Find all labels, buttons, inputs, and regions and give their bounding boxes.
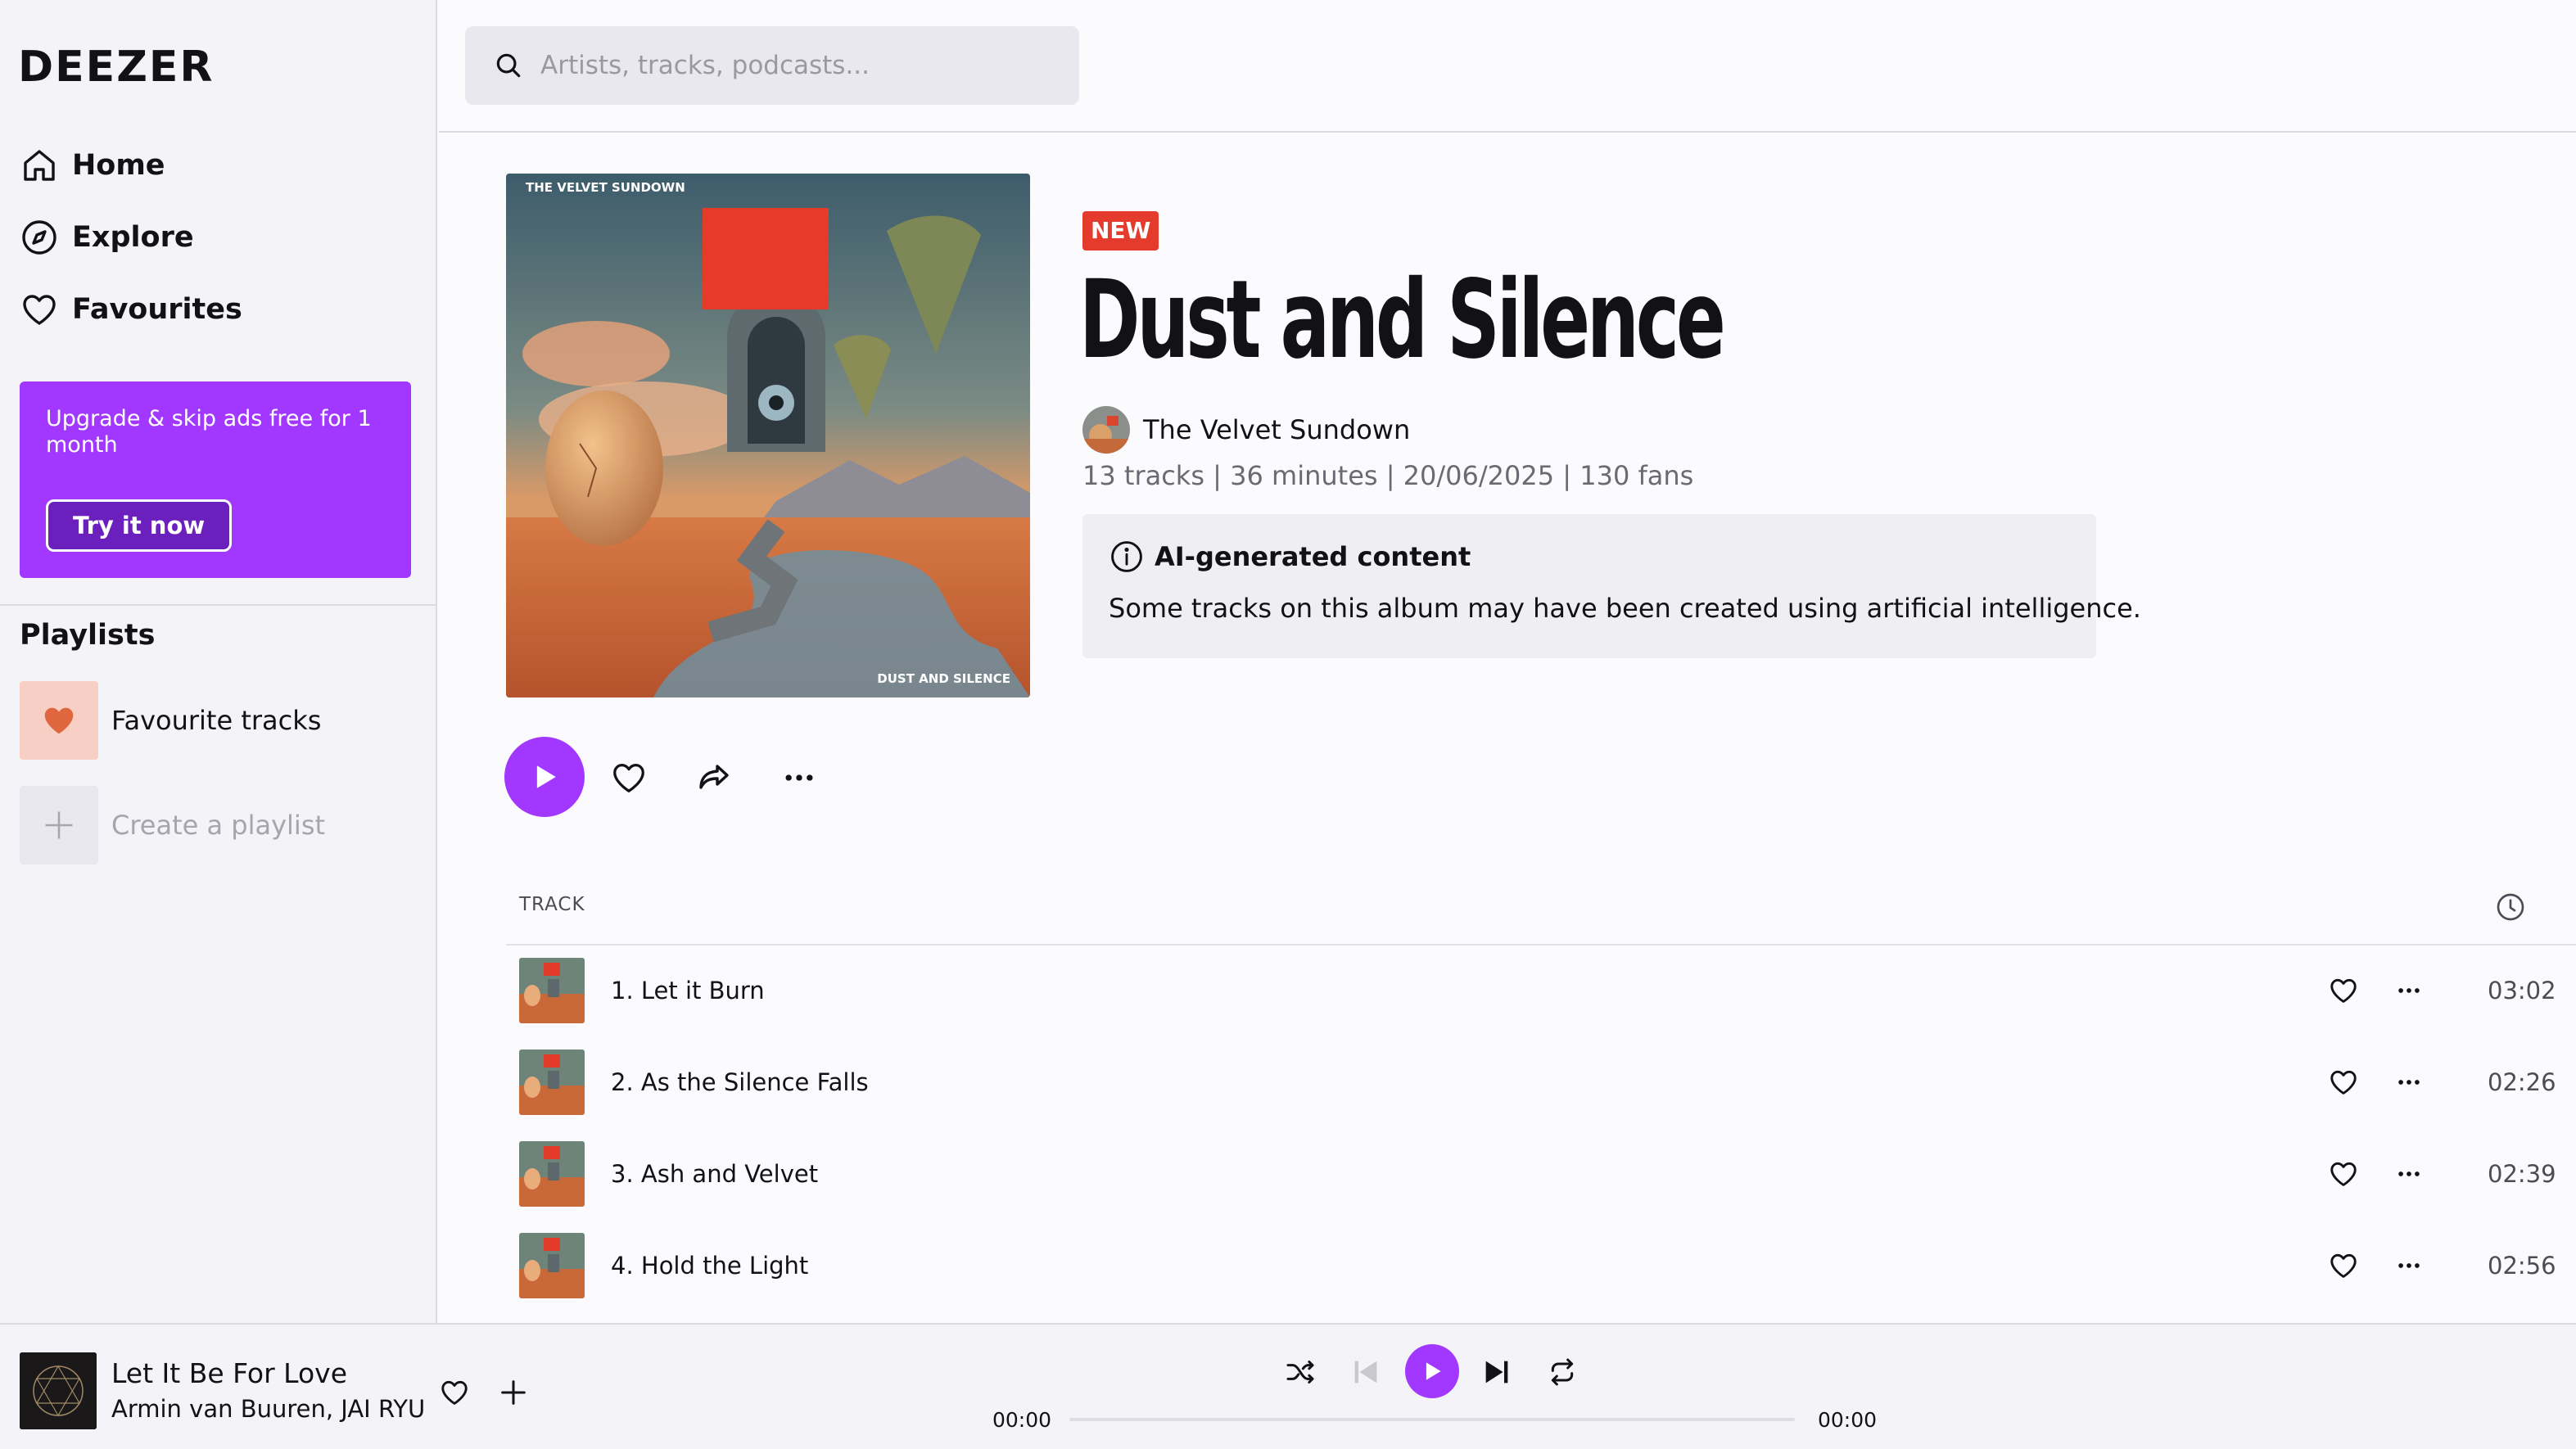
deezer-logo[interactable]: DEEZER — [18, 46, 214, 88]
album-title: Dust and Silence — [1079, 257, 1726, 383]
track-thumbnail — [519, 1050, 585, 1115]
play-icon — [536, 765, 556, 788]
upgrade-promo: Upgrade & skip ads free for 1 month Try … — [20, 381, 411, 578]
next-button[interactable] — [1476, 1351, 1518, 1393]
artist-name: The Velvet Sundown — [1143, 414, 1411, 445]
playlist-favourite-tracks[interactable]: Favourite tracks — [20, 681, 321, 760]
search-icon — [493, 50, 524, 81]
heart-icon[interactable] — [2324, 1246, 2363, 1285]
search-input[interactable] — [540, 51, 1064, 80]
heart-icon[interactable] — [2324, 1063, 2363, 1102]
favourite-album-button[interactable] — [606, 755, 652, 801]
ai-notice-body: Some tracks on this album may have been … — [1109, 593, 2141, 624]
repeat-icon — [1551, 1358, 1574, 1386]
shuffle-icon — [1286, 1361, 1314, 1384]
playlist-label: Favourite tracks — [111, 705, 322, 736]
heart-icon — [20, 290, 59, 329]
track-title: 1. Let it Burn — [611, 977, 765, 1004]
track-row[interactable]: 2. As the Silence Falls 02:26 — [506, 1036, 2576, 1128]
new-badge: NEW — [1082, 211, 1159, 251]
shuffle-button[interactable] — [1279, 1351, 1322, 1393]
more-icon[interactable] — [2389, 1246, 2429, 1285]
track-title: 4. Hold the Light — [611, 1252, 809, 1280]
player-bar: Let It Be For Love Armin van Buuren, JAI… — [0, 1323, 2576, 1449]
ai-content-notice: AI-generated content Some tracks on this… — [1082, 514, 2141, 658]
track-duration: 02:56 — [2488, 1252, 2556, 1280]
playlists-heading: Playlists — [20, 619, 156, 652]
svg-text:DUST AND SILENCE: DUST AND SILENCE — [877, 671, 1010, 686]
more-icon[interactable] — [2389, 1063, 2429, 1102]
sidebar: DEEZER Home Explore Favourites Upgrade &… — [0, 0, 437, 1323]
favourite-track-button[interactable] — [434, 1372, 475, 1413]
previous-button[interactable] — [1344, 1351, 1387, 1393]
track-duration: 02:39 — [2488, 1160, 2556, 1188]
compass-icon — [20, 218, 59, 257]
nav-explore[interactable]: Explore — [20, 213, 194, 262]
heart-icon — [613, 764, 644, 792]
track-row[interactable]: 3. Ash and Velvet 02:39 — [506, 1128, 2576, 1220]
now-playing-cover — [20, 1352, 97, 1429]
track-thumbnail — [519, 1141, 585, 1207]
play-pause-button[interactable] — [1405, 1344, 1459, 1398]
heart-icon — [44, 707, 74, 734]
heart-icon[interactable] — [2324, 1154, 2363, 1194]
track-title: 3. Ash and Velvet — [611, 1160, 819, 1188]
add-to-playlist-button[interactable] — [493, 1372, 534, 1413]
now-playing-title[interactable]: Let It Be For Love — [111, 1357, 347, 1389]
elapsed-time: 00:00 — [992, 1408, 1052, 1432]
more-icon[interactable] — [2389, 1154, 2429, 1194]
total-time: 00:00 — [1818, 1408, 1878, 1432]
next-icon — [1485, 1361, 1508, 1384]
more-icon[interactable] — [2389, 971, 2429, 1010]
now-playing-artist[interactable]: Armin van Buuren, JAI RYU — [111, 1395, 425, 1423]
progress-bar[interactable] — [1069, 1418, 1795, 1421]
track-duration: 03:02 — [2488, 977, 2556, 1004]
promo-text: Upgrade & skip ads free for 1 month — [46, 406, 372, 458]
search-bar[interactable] — [465, 26, 1079, 105]
artist-avatar — [1082, 406, 1130, 454]
create-playlist-button[interactable]: Create a playlist — [20, 786, 325, 864]
nav-favourites-label: Favourites — [72, 293, 242, 326]
album-meta: 13 tracks | 36 minutes | 20/06/2025 | 13… — [1082, 460, 1694, 491]
nav-home-label: Home — [72, 149, 165, 182]
track-thumbnail — [519, 958, 585, 1023]
nav-home[interactable]: Home — [20, 141, 165, 190]
sidebar-divider — [0, 604, 437, 606]
nav-explore-label: Explore — [72, 221, 194, 254]
repeat-button[interactable] — [1541, 1351, 1584, 1393]
play-icon — [1426, 1362, 1441, 1380]
favourite-tracks-thumbnail — [20, 681, 98, 760]
create-playlist-label: Create a playlist — [111, 810, 326, 841]
track-title: 2. As the Silence Falls — [611, 1068, 869, 1096]
try-it-now-button[interactable]: Try it now — [46, 499, 233, 552]
info-icon — [1109, 539, 1145, 575]
svg-text:THE VELVET SUNDOWN: THE VELVET SUNDOWN — [526, 180, 685, 195]
track-column-header: TRACK — [519, 894, 585, 915]
ai-notice-title: AI-generated content — [1155, 541, 1471, 572]
share-icon — [699, 765, 729, 789]
track-thumbnail — [519, 1233, 585, 1298]
track-row[interactable]: 1. Let it Burn 03:02 — [506, 945, 2576, 1036]
track-row[interactable]: 4. Hold the Light 02:56 — [506, 1220, 2576, 1311]
clock-icon — [2494, 891, 2527, 923]
nav-favourites[interactable]: Favourites — [20, 285, 242, 334]
more-icon — [785, 774, 813, 781]
more-options-button[interactable] — [776, 755, 822, 801]
artist-link[interactable]: The Velvet Sundown — [1082, 406, 1410, 454]
heart-icon — [441, 1380, 468, 1405]
share-button[interactable] — [691, 755, 737, 801]
track-duration: 02:26 — [2488, 1068, 2556, 1096]
plus-icon — [20, 786, 98, 864]
play-album-button[interactable] — [504, 737, 585, 817]
album-cover: THE VELVET SUNDOWN DUST AND SILENCE — [506, 174, 1030, 697]
heart-icon[interactable] — [2324, 971, 2363, 1010]
plus-icon — [501, 1380, 526, 1405]
previous-icon — [1354, 1361, 1377, 1384]
home-icon — [20, 146, 59, 185]
top-bar — [439, 0, 2576, 133]
